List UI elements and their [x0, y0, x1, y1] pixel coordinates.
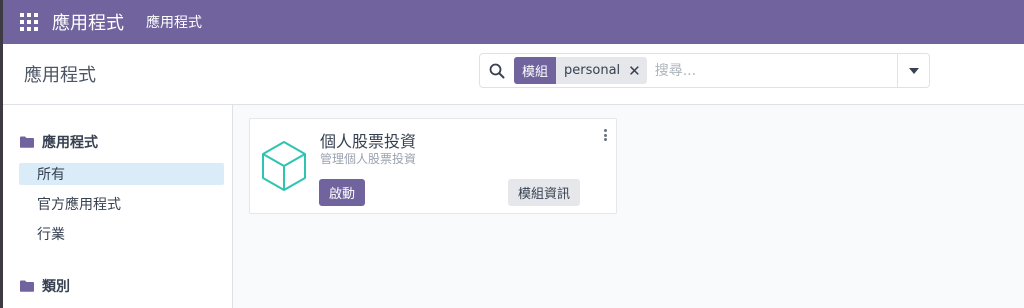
folder-icon [20, 136, 34, 148]
sidebar-item-official-apps[interactable]: 官方應用程式 [19, 193, 224, 215]
search-facet: 模組 personal ✕ [514, 57, 647, 84]
nav-menu-apps[interactable]: 應用程式 [146, 12, 202, 32]
control-panel: 應用程式 模組 personal ✕ [3, 44, 1024, 105]
sidebar-item-all[interactable]: 所有 [19, 163, 224, 185]
sidebar-section-title: 應用程式 [42, 135, 98, 151]
sidebar-section-apps: 應用程式 [20, 132, 98, 152]
search-box[interactable]: 模組 personal ✕ [479, 53, 898, 88]
close-icon[interactable]: ✕ [628, 62, 641, 80]
facet-value: personal ✕ [556, 57, 647, 84]
top-navbar: 應用程式 應用程式 [3, 0, 1024, 44]
app-name: 個人股票投資 [320, 132, 417, 151]
sidebar-item-label: 官方應用程式 [37, 197, 121, 213]
grid-icon[interactable] [20, 13, 38, 31]
app-brand[interactable]: 應用程式 [52, 9, 124, 35]
app-summary: 管理個人股票投資 [320, 152, 417, 166]
facet-value-text: personal [564, 63, 621, 78]
sidebar: 應用程式 所有 官方應用程式 行業 類別 [3, 105, 233, 308]
search-input[interactable] [654, 62, 885, 79]
sidebar-item-label: 行業 [37, 227, 65, 243]
app-card[interactable]: 個人股票投資 管理個人股票投資 啟動 模組資訊 [249, 118, 617, 214]
kebab-menu-icon[interactable] [600, 127, 610, 143]
breadcrumb: 應用程式 [24, 65, 96, 86]
sidebar-item-industries[interactable]: 行業 [19, 223, 224, 245]
sidebar-section-title: 類別 [42, 279, 70, 295]
search-options-toggle[interactable] [897, 53, 930, 88]
caret-down-icon [908, 67, 919, 74]
search-icon [480, 54, 514, 87]
module-info-button[interactable]: 模組資訊 [508, 179, 581, 206]
cube-icon [260, 139, 308, 197]
facet-label: 模組 [514, 57, 557, 84]
sidebar-section-categories: 類別 [20, 276, 70, 296]
activate-button[interactable]: 啟動 [319, 179, 366, 206]
sidebar-item-label: 所有 [37, 167, 65, 183]
folder-icon [20, 280, 34, 292]
